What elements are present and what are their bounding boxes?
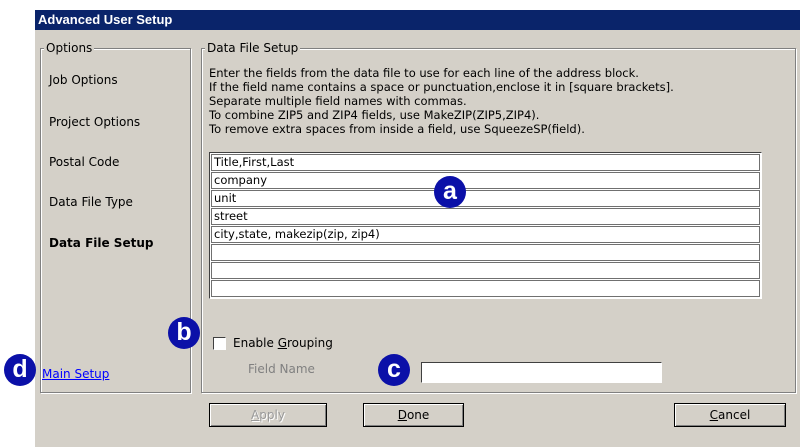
callout-badge-b: b [168, 317, 200, 349]
options-group: Options [40, 41, 191, 393]
address-line-input[interactable]: Title,First,Last [211, 154, 760, 171]
main-setup-link[interactable]: Main Setup [42, 367, 109, 381]
done-button[interactable]: Done [363, 403, 464, 427]
address-line-input[interactable] [211, 262, 760, 279]
option-postal-code[interactable]: Postal Code [49, 155, 119, 169]
cancel-button[interactable]: Cancel [674, 403, 786, 427]
address-line-input[interactable] [211, 244, 760, 261]
enable-grouping-checkbox[interactable] [213, 337, 226, 350]
enable-grouping-label[interactable]: Enable Grouping [233, 336, 333, 350]
data-file-setup-legend: Data File Setup [205, 41, 301, 55]
field-name-input[interactable] [421, 362, 662, 383]
instruction-line-5: To remove extra spaces from inside a fie… [209, 122, 585, 136]
option-project-options[interactable]: Project Options [49, 115, 140, 129]
instruction-line-2: If the field name contains a space or pu… [209, 80, 674, 94]
address-line-input[interactable]: unit [211, 190, 760, 207]
instruction-line-4: To combine ZIP5 and ZIP4 fields, use Mak… [209, 108, 540, 122]
option-data-file-setup[interactable]: Data File Setup [49, 236, 153, 250]
callout-badge-a: a [434, 176, 466, 208]
window-title: Advanced User Setup [35, 10, 800, 30]
apply-button[interactable]: Apply [209, 403, 327, 427]
address-lines-grid: Title,First,Last company unit street cit… [209, 152, 762, 299]
callout-badge-c: c [378, 354, 410, 386]
address-line-input[interactable]: company [211, 172, 760, 189]
address-line-input[interactable]: city,state, makezip(zip, zip4) [211, 226, 760, 243]
address-line-input[interactable]: street [211, 208, 760, 225]
address-line-input[interactable] [211, 280, 760, 297]
callout-badge-d: d [4, 354, 36, 386]
instruction-line-3: Separate multiple field names with comma… [209, 94, 467, 108]
option-job-options[interactable]: Job Options [49, 73, 118, 87]
field-name-label: Field Name [248, 362, 315, 376]
options-legend: Options [44, 41, 95, 55]
instruction-line-1: Enter the fields from the data file to u… [209, 66, 639, 80]
option-data-file-type[interactable]: Data File Type [49, 195, 133, 209]
advanced-user-setup-dialog: Advanced User Setup Options Job Options … [35, 10, 800, 447]
